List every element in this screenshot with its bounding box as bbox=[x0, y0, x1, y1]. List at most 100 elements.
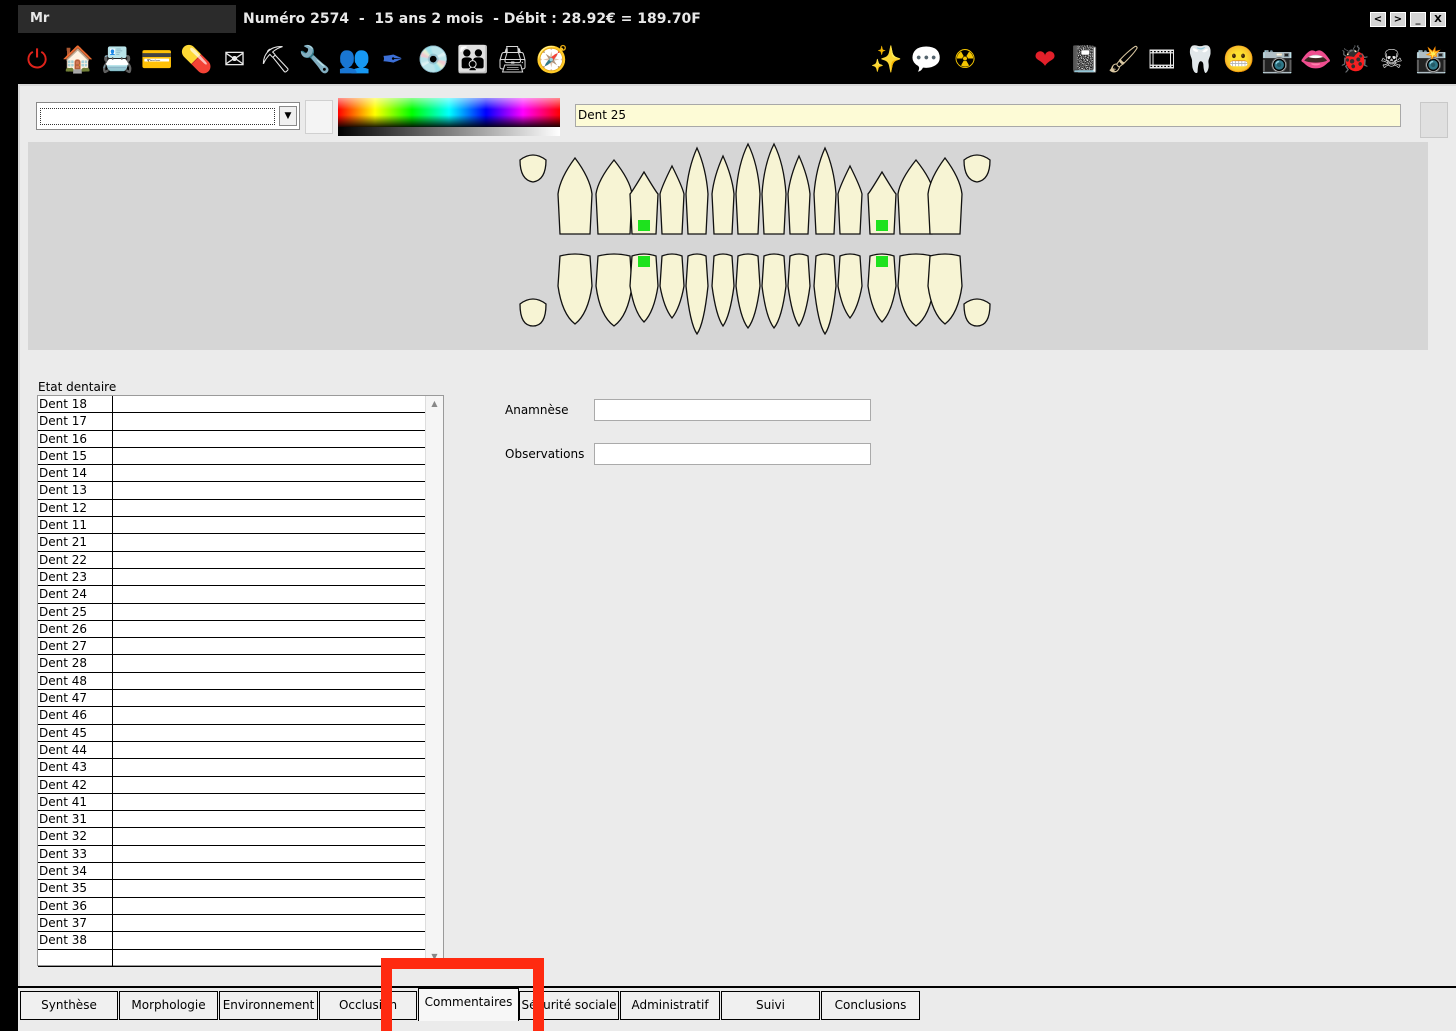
tooth-icon[interactable]: 🦷 bbox=[1184, 44, 1216, 76]
state-cell[interactable] bbox=[113, 621, 426, 637]
state-cell[interactable] bbox=[113, 604, 426, 620]
state-cell[interactable] bbox=[113, 915, 426, 931]
state-cell[interactable] bbox=[113, 569, 426, 585]
table-row[interactable]: Dent 24 bbox=[38, 586, 426, 604]
tab-5[interactable]: Commentaires bbox=[418, 988, 519, 1021]
state-cell[interactable] bbox=[113, 517, 426, 533]
previous-window-button[interactable]: < bbox=[1370, 12, 1386, 27]
state-cell[interactable] bbox=[113, 725, 426, 741]
tooth-42[interactable] bbox=[711, 253, 735, 328]
tooth-34[interactable] bbox=[837, 253, 863, 320]
table-row[interactable]: Dent 11 bbox=[38, 517, 426, 535]
table-row[interactable]: Dent 27 bbox=[38, 638, 426, 656]
tooth-marker-15[interactable] bbox=[638, 220, 650, 231]
table-row[interactable]: Dent 34 bbox=[38, 863, 426, 881]
tooth-38[interactable] bbox=[963, 298, 991, 327]
state-cell[interactable] bbox=[113, 552, 426, 568]
tooth-11[interactable] bbox=[735, 142, 761, 235]
table-row[interactable]: Dent 15 bbox=[38, 447, 426, 466]
table-row[interactable]: Dent 13 bbox=[38, 482, 426, 500]
observations-input[interactable] bbox=[594, 443, 871, 465]
users-icon[interactable]: 👥 bbox=[338, 44, 370, 76]
tooth-33[interactable] bbox=[813, 253, 837, 336]
camera-box-icon[interactable]: 📷 bbox=[1261, 44, 1293, 76]
table-row[interactable]: Dent 43 bbox=[38, 759, 426, 777]
state-cell[interactable] bbox=[113, 690, 426, 706]
state-cell[interactable] bbox=[113, 396, 426, 412]
selected-tooth-field[interactable]: Dent 25 bbox=[575, 104, 1401, 127]
tooth-48[interactable] bbox=[519, 298, 547, 327]
magic-wand-icon[interactable]: ✨ bbox=[870, 44, 902, 76]
tab-2[interactable]: Morphologie bbox=[119, 991, 218, 1020]
tooth-44[interactable] bbox=[659, 253, 685, 320]
next-window-button[interactable]: > bbox=[1390, 12, 1406, 27]
table-row[interactable]: Dent 18 bbox=[38, 396, 426, 414]
state-cell[interactable] bbox=[113, 534, 426, 550]
tooth-marker-45[interactable] bbox=[638, 256, 650, 267]
visa-card-icon[interactable]: 💳 bbox=[141, 44, 173, 76]
current-color-swatch[interactable] bbox=[305, 100, 333, 134]
tooth-28[interactable] bbox=[963, 154, 991, 183]
table-row[interactable]: Dent 35 bbox=[38, 880, 426, 898]
tooth-22[interactable] bbox=[787, 154, 811, 235]
tab-9[interactable]: Conclusions bbox=[821, 991, 920, 1020]
table-row[interactable]: Dent 41 bbox=[38, 793, 426, 812]
state-cell[interactable] bbox=[113, 673, 426, 689]
state-cell[interactable] bbox=[113, 431, 426, 447]
pill-icon[interactable]: 💊 bbox=[180, 44, 212, 76]
state-cell[interactable] bbox=[113, 846, 426, 862]
tooth-31[interactable] bbox=[761, 253, 787, 330]
anamnese-input[interactable] bbox=[594, 399, 871, 421]
table-row[interactable]: Dent 28 bbox=[38, 655, 426, 673]
table-row[interactable]: Dent 32 bbox=[38, 828, 426, 846]
chevron-down-icon[interactable]: ▼ bbox=[279, 106, 297, 126]
color-palette[interactable] bbox=[338, 98, 560, 136]
state-cell[interactable] bbox=[113, 413, 426, 429]
side-button[interactable] bbox=[1420, 102, 1448, 138]
pen-icon[interactable]: ✒ bbox=[378, 44, 408, 76]
cd-icon[interactable]: 💿 bbox=[417, 44, 449, 76]
teeth-icon[interactable]: 😬 bbox=[1223, 44, 1255, 76]
film-reel-icon[interactable]: 🎞 bbox=[1146, 44, 1179, 76]
state-cell[interactable] bbox=[113, 586, 426, 602]
table-row[interactable]: Dent 42 bbox=[38, 776, 426, 794]
home-icon[interactable]: 🏠 bbox=[62, 44, 94, 76]
table-row[interactable]: Dent 16 bbox=[38, 430, 426, 448]
state-cell[interactable] bbox=[113, 794, 426, 810]
team-icon[interactable]: 👪 bbox=[457, 44, 489, 76]
table-row[interactable]: Dent 25 bbox=[38, 603, 426, 621]
tooth-23[interactable] bbox=[813, 146, 837, 235]
tooth-37[interactable] bbox=[927, 253, 963, 325]
palette-grey-ramp[interactable] bbox=[338, 127, 560, 136]
state-cell[interactable] bbox=[113, 448, 426, 464]
tab-4[interactable]: Occlusion bbox=[319, 991, 417, 1020]
skull-icon[interactable]: ☠ bbox=[1377, 44, 1407, 76]
slate-icon[interactable]: 📓 bbox=[1069, 44, 1101, 76]
worker-icon[interactable]: ⛏ bbox=[259, 44, 292, 76]
tooth-27[interactable] bbox=[927, 156, 963, 235]
mail-icon[interactable]: ✉ bbox=[220, 44, 250, 76]
table-row[interactable]: Dent 38 bbox=[38, 932, 426, 950]
tooth-18[interactable] bbox=[519, 154, 547, 183]
state-cell[interactable] bbox=[113, 759, 426, 775]
table-row[interactable]: Dent 22 bbox=[38, 551, 426, 569]
tooth-marker-25[interactable] bbox=[876, 220, 888, 231]
table-row[interactable]: Dent 44 bbox=[38, 741, 426, 760]
state-cell[interactable] bbox=[113, 811, 426, 827]
state-cell[interactable] bbox=[113, 465, 426, 481]
close-button[interactable]: X bbox=[1430, 12, 1446, 27]
table-row[interactable] bbox=[38, 949, 426, 967]
tooth-46[interactable] bbox=[595, 253, 633, 327]
drill-icon[interactable]: 🔧 bbox=[299, 44, 331, 76]
table-row[interactable]: Dent 21 bbox=[38, 534, 426, 552]
etat-scrollbar[interactable]: ▲ ▼ bbox=[425, 396, 443, 965]
tab-3[interactable]: Environnement bbox=[219, 991, 318, 1020]
state-cell[interactable] bbox=[113, 742, 426, 758]
minimize-button[interactable]: _ bbox=[1410, 12, 1426, 27]
table-row[interactable]: Dent 14 bbox=[38, 465, 426, 483]
tab-1[interactable]: Synthèse bbox=[20, 991, 118, 1020]
tab-8[interactable]: Suivi bbox=[721, 991, 820, 1020]
lips-icon[interactable]: 👄 bbox=[1300, 44, 1332, 76]
tab-7[interactable]: Administratif bbox=[620, 991, 720, 1020]
tooth-47[interactable] bbox=[557, 253, 593, 325]
